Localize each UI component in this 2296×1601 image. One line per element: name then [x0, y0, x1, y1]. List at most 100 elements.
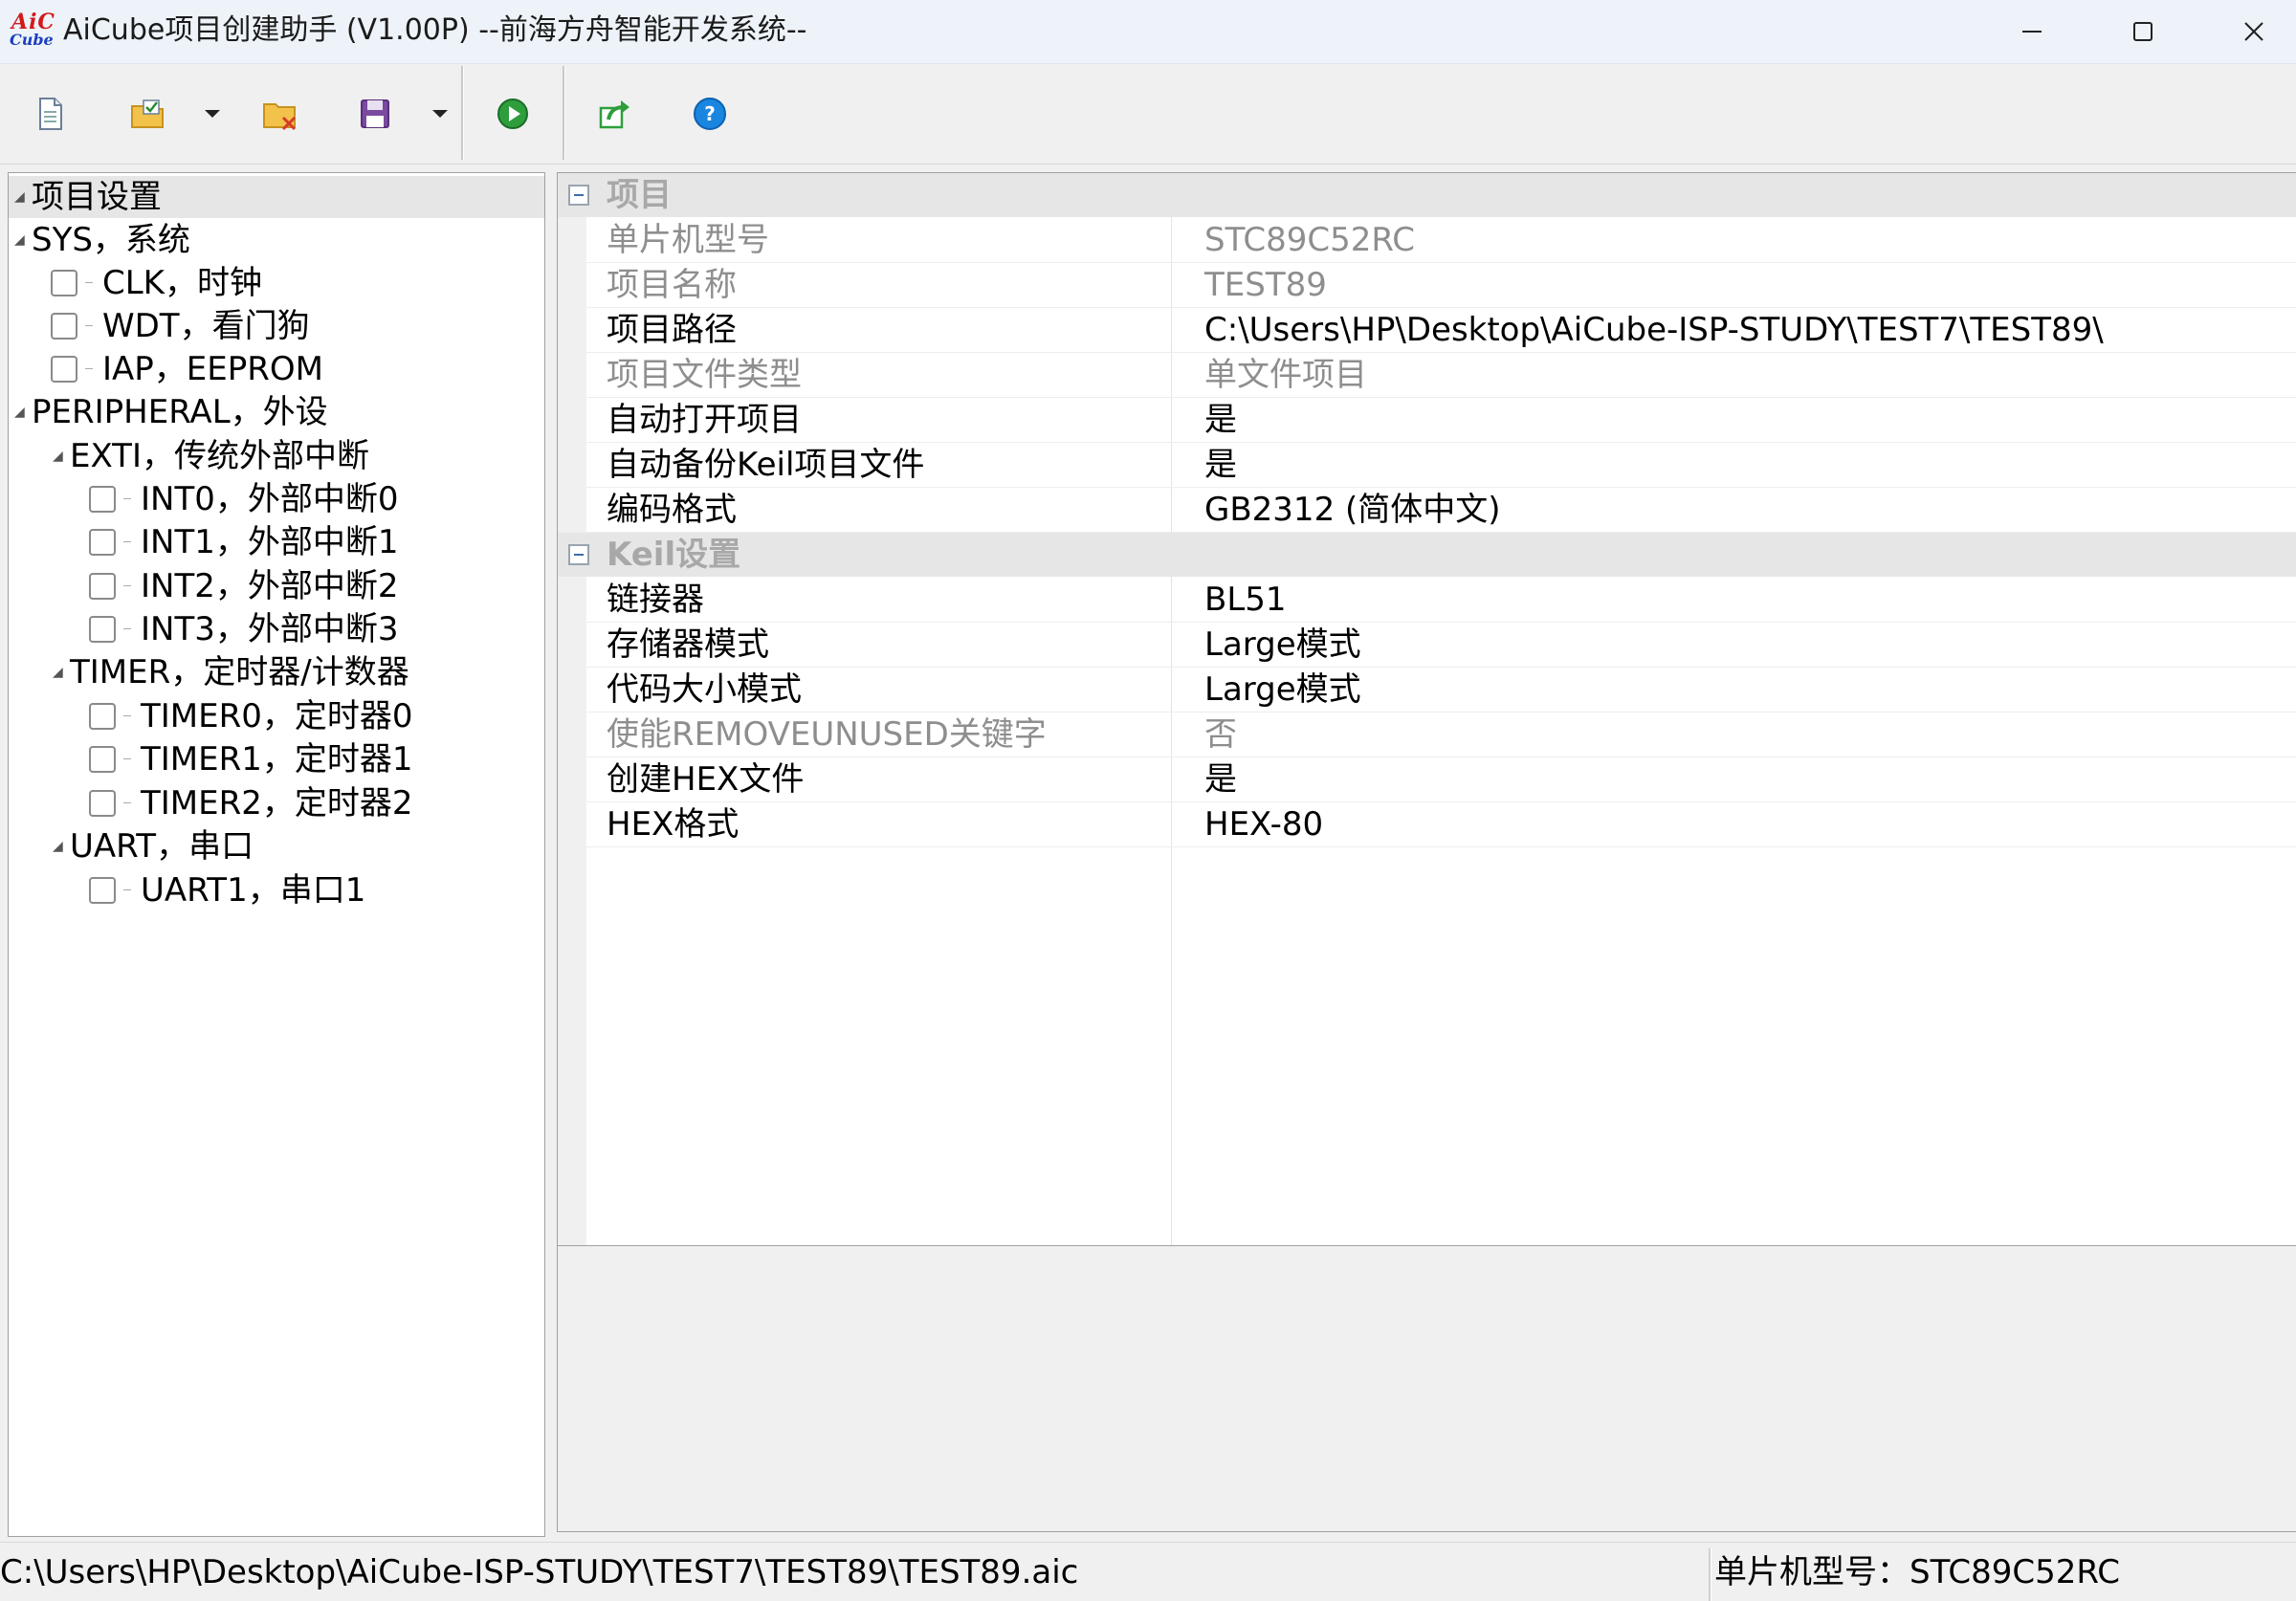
- tree-item-uart[interactable]: ◢ UART，串口: [9, 825, 544, 867]
- prop-value[interactable]: Large模式: [1204, 668, 1361, 712]
- prop-value[interactable]: 是: [1204, 443, 1237, 487]
- prop-value[interactable]: 是: [1204, 398, 1237, 442]
- tree-item-label: INT0，外部中断0: [141, 480, 399, 518]
- prop-name: 单片机型号: [607, 221, 769, 259]
- prop-value[interactable]: GB2312 (简体中文): [1204, 488, 1501, 532]
- tree-item-iap[interactable]: IAP，EEPROM: [9, 348, 544, 390]
- tree-item-label: TIMER2，定时器2: [141, 784, 413, 822]
- prop-value[interactable]: C:\Users\HP\Desktop\AiCube-ISP-STUDY\TES…: [1204, 308, 2104, 352]
- int1-checkbox[interactable]: [89, 529, 116, 556]
- open-project-button[interactable]: [124, 91, 170, 137]
- prop-value: STC89C52RC: [1204, 221, 1416, 259]
- maximize-icon: [2133, 22, 2152, 41]
- prop-value[interactable]: BL51: [1204, 578, 1287, 622]
- tree-item-label: IAP，EEPROM: [102, 350, 323, 388]
- tree-item-uart1[interactable]: UART1，串口1: [9, 869, 544, 911]
- prop-project-path[interactable]: 项目路径 C:\Users\HP\Desktop\AiCube-ISP-STUD…: [586, 308, 2296, 353]
- svg-text:?: ?: [704, 102, 716, 125]
- prop-memory-model[interactable]: 存储器模式 Large模式: [586, 623, 2296, 668]
- close-button[interactable]: [2198, 0, 2296, 63]
- save-project-button[interactable]: [352, 91, 398, 137]
- toolbar-separator: [563, 66, 565, 160]
- tree-item-timer2[interactable]: TIMER2，定时器2: [9, 782, 544, 824]
- tree-item-timer0[interactable]: TIMER0，定时器0: [9, 695, 544, 737]
- help-button[interactable]: ?: [687, 91, 733, 137]
- prop-code-size-model[interactable]: 代码大小模式 Large模式: [586, 668, 2296, 713]
- tree-item-label: INT3，外部中断3: [141, 610, 399, 648]
- int2-checkbox[interactable]: [89, 573, 116, 600]
- prop-create-hex[interactable]: 创建HEX文件 是: [586, 757, 2296, 802]
- tree-connector: [123, 541, 131, 542]
- save-project-dropdown[interactable]: [429, 106, 452, 121]
- expand-arrow-icon: ◢: [14, 189, 25, 205]
- tree-item-sys[interactable]: ◢ SYS，系统: [9, 219, 544, 261]
- timer2-checkbox[interactable]: [89, 790, 116, 817]
- minimize-button[interactable]: [1976, 0, 2087, 63]
- category-keil[interactable]: Keil设置: [558, 533, 2296, 577]
- tree-item-int2[interactable]: INT2，外部中断2: [9, 565, 544, 607]
- export-button[interactable]: [591, 91, 637, 137]
- close-icon: [2244, 22, 2263, 41]
- category-project[interactable]: 项目: [558, 173, 2296, 217]
- tree-item-label: INT2，外部中断2: [141, 567, 399, 605]
- prop-encoding[interactable]: 编码格式 GB2312 (简体中文): [586, 488, 2296, 533]
- tree-item-wdt[interactable]: WDT，看门狗: [9, 305, 544, 347]
- tree-item-label: UART1，串口1: [141, 871, 366, 910]
- minimize-icon: [2022, 31, 2042, 33]
- run-button[interactable]: [490, 91, 536, 137]
- prop-auto-backup[interactable]: 自动备份Keil项目文件 是: [586, 443, 2296, 488]
- uart1-checkbox[interactable]: [89, 877, 116, 904]
- prop-value[interactable]: 是: [1204, 757, 1237, 801]
- expand-arrow-icon[interactable]: ◢: [14, 406, 25, 419]
- prop-project-name[interactable]: 项目名称 TEST89: [586, 263, 2296, 308]
- tree-item-clk[interactable]: CLK，时钟: [9, 262, 544, 304]
- maximize-button[interactable]: [2087, 0, 2198, 63]
- chevron-down-icon: [432, 110, 448, 118]
- expand-arrow-icon[interactable]: ◢: [53, 666, 63, 679]
- prop-name: 项目路径: [607, 311, 737, 349]
- tree-item-int0[interactable]: INT0，外部中断0: [9, 478, 544, 520]
- tree-item-timer[interactable]: ◢ TIMER，定时器/计数器: [9, 651, 544, 693]
- iap-checkbox[interactable]: [51, 356, 77, 383]
- prop-remove-unused[interactable]: 使能REMOVEUNUSED关键字 否: [586, 713, 2296, 757]
- play-icon: [497, 99, 528, 129]
- close-project-button[interactable]: [256, 91, 302, 137]
- status-bar: C:\Users\HP\Desktop\AiCube-ISP-STUDY\TES…: [0, 1542, 2296, 1601]
- new-project-button[interactable]: [27, 91, 73, 137]
- tree-item-label: WDT，看门狗: [102, 307, 310, 345]
- int0-checkbox[interactable]: [89, 486, 116, 513]
- prop-auto-open[interactable]: 自动打开项目 是: [586, 398, 2296, 443]
- expand-arrow-icon[interactable]: ◢: [14, 233, 25, 247]
- prop-name: HEX格式: [607, 805, 740, 844]
- clk-checkbox[interactable]: [51, 270, 77, 296]
- category-label: Keil设置: [607, 536, 741, 574]
- tree-item-timer1[interactable]: TIMER1，定时器1: [9, 738, 544, 780]
- expand-arrow-icon[interactable]: ◢: [53, 840, 63, 853]
- tree-item-int1[interactable]: INT1，外部中断1: [9, 521, 544, 563]
- expand-arrow-icon[interactable]: ◢: [53, 450, 63, 463]
- tree-item-label: TIMER，定时器/计数器: [70, 653, 409, 691]
- tree-item-exti[interactable]: ◢ EXTI，传统外部中断: [9, 435, 544, 477]
- timer0-checkbox[interactable]: [89, 703, 116, 730]
- tree-item-peripheral[interactable]: ◢ PERIPHERAL，外设: [9, 391, 544, 433]
- tree-item-root[interactable]: ◢ 项目设置: [9, 176, 544, 218]
- chevron-down-icon: [205, 110, 220, 118]
- prop-value[interactable]: Large模式: [1204, 623, 1361, 667]
- collapse-icon[interactable]: [568, 544, 589, 565]
- tree-item-int3[interactable]: INT3，外部中断3: [9, 608, 544, 650]
- prop-name: 编码格式: [607, 491, 737, 529]
- open-project-dropdown[interactable]: [201, 106, 224, 121]
- wdt-checkbox[interactable]: [51, 313, 77, 340]
- prop-hex-format[interactable]: HEX格式 HEX-80: [586, 802, 2296, 847]
- prop-linker[interactable]: 链接器 BL51: [586, 578, 2296, 623]
- prop-value: 否: [1204, 715, 1237, 754]
- collapse-icon[interactable]: [568, 185, 589, 206]
- property-grid: 项目 单片机型号 STC89C52RC 项目名称 TEST89 项目路径 C:\…: [557, 172, 2296, 1246]
- status-mcu-model: 单片机型号：STC89C52RC: [1714, 1553, 2121, 1591]
- tree-item-label: INT1，外部中断1: [141, 523, 399, 561]
- timer1-checkbox[interactable]: [89, 746, 116, 773]
- prop-value[interactable]: HEX-80: [1204, 802, 1323, 846]
- prop-project-file-type[interactable]: 项目文件类型 单文件项目: [586, 353, 2296, 398]
- int3-checkbox[interactable]: [89, 616, 116, 643]
- prop-mcu-model[interactable]: 单片机型号 STC89C52RC: [586, 218, 2296, 263]
